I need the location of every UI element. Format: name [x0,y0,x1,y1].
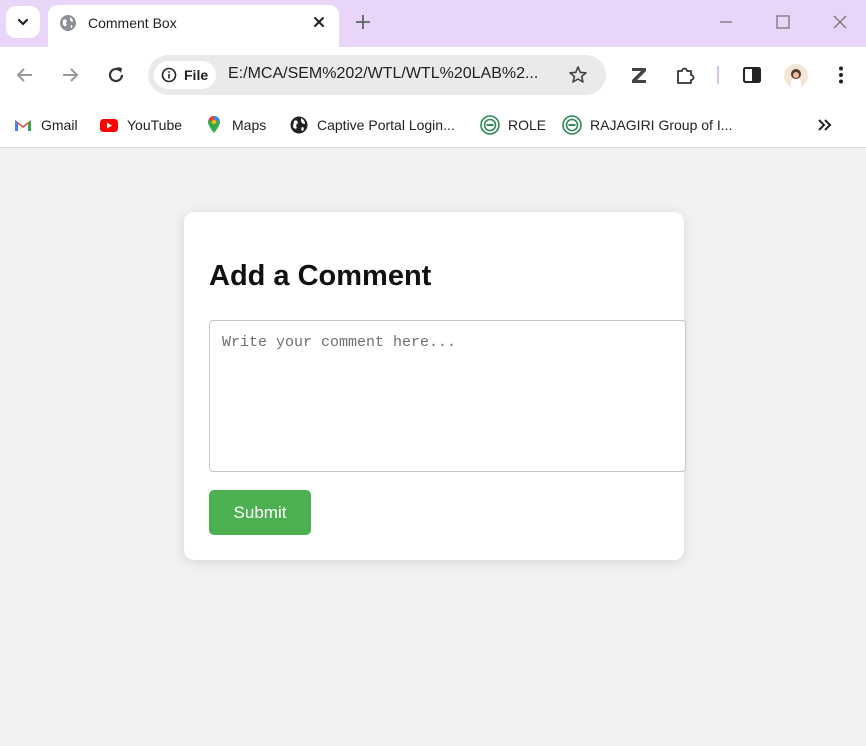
maximize-icon[interactable] [773,12,793,32]
bookmark-role[interactable]: ROLE [480,114,546,136]
chevron-double-right-icon[interactable] [814,115,834,135]
side-panel-icon[interactable] [741,64,763,86]
bookmark-youtube[interactable]: YouTube [99,114,182,136]
bookmark-label: YouTube [127,117,183,133]
toolbar-divider [717,66,719,84]
forward-arrow-icon[interactable] [59,64,81,86]
profile-avatar[interactable] [784,64,808,88]
bookmark-label: Captive Portal Login... [317,117,455,133]
url-text[interactable]: E:/MCA/SEM%202/WTL/WTL%20LAB%2... [228,65,538,83]
bookmark-captive-portal[interactable]: Captive Portal Login... [289,114,455,136]
new-tab-icon[interactable] [354,13,372,31]
bookmark-maps[interactable]: Maps [204,114,266,136]
bookmark-label: ROLE [508,117,547,133]
bookmark-gmail[interactable]: Gmail [13,114,78,136]
minimize-icon[interactable] [716,12,736,32]
bookmark-label: Maps [232,117,267,133]
close-icon[interactable] [311,14,327,30]
reload-icon[interactable] [105,64,127,86]
comment-textarea[interactable] [209,320,686,472]
browser-toolbar: File E:/MCA/SEM%202/WTL/WTL%20LAB%2... [0,47,866,103]
chevron-down-icon [17,18,29,26]
star-icon[interactable] [568,65,588,85]
avatar-image [791,69,801,88]
rajagiri-logo-icon [562,115,582,135]
file-chip-label: File [184,67,209,83]
page-title: Add a Comment [209,260,432,292]
info-icon [161,67,177,83]
gmail-icon [15,120,31,131]
window-close-icon[interactable] [830,12,850,32]
extensions-puzzle-icon[interactable] [674,64,696,86]
submit-button[interactable]: Submit [209,490,311,535]
role-logo-icon [480,115,500,135]
tab-comment-box[interactable]: Comment Box [48,5,339,47]
bookmark-label: Gmail [41,117,78,133]
more-menu-icon[interactable] [830,64,852,86]
maps-icon [208,116,220,133]
address-bar[interactable]: File E:/MCA/SEM%202/WTL/WTL%20LAB%2... [148,55,606,95]
bookmark-label: RAJAGIRI Group of I... [590,117,733,133]
globe-icon [290,116,308,134]
tab-search-button[interactable] [6,6,40,38]
zotero-extension-icon[interactable] [628,64,650,86]
tab-title: Comment Box [88,15,177,31]
tab-strip: Comment Box [0,0,866,47]
globe-icon [60,15,76,31]
bookmark-rajagiri[interactable]: RAJAGIRI Group of I... [562,114,732,136]
site-info-chip[interactable]: File [154,61,216,89]
back-arrow-icon[interactable] [14,64,36,86]
comment-card: Add a Comment Submit [184,212,686,560]
youtube-icon [100,119,118,132]
bookmarks-bar: Gmail YouTube Maps Captive Portal Login.… [0,103,866,148]
